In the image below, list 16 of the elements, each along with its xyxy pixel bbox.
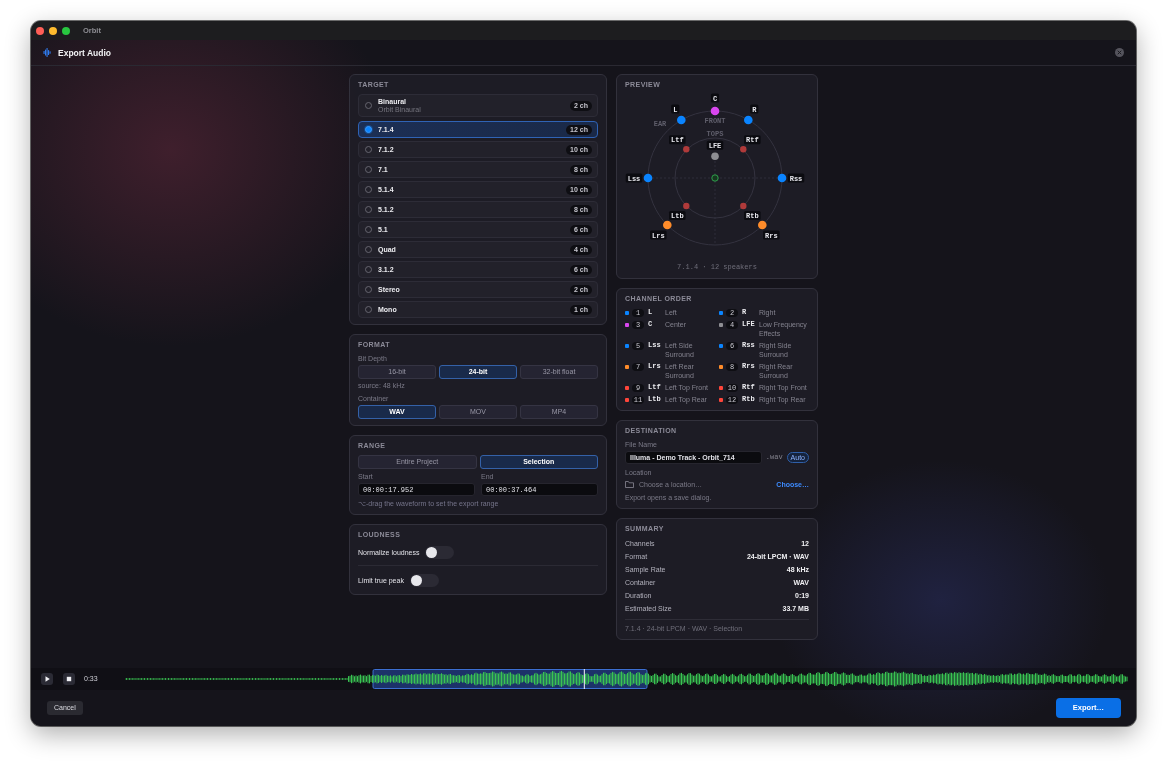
window-close-button[interactable]: [36, 26, 44, 35]
waveform[interactable]: [125, 670, 1128, 688]
window-zoom-button[interactable]: [62, 26, 70, 35]
window-minimize-button[interactable]: [49, 26, 57, 35]
dialog-title: Export Audio: [58, 47, 112, 58]
selection-region[interactable]: [372, 669, 648, 689]
close-icon: [1115, 48, 1124, 57]
folder-icon: [625, 481, 634, 488]
stop-button[interactable]: [63, 673, 75, 685]
play-button[interactable]: [41, 673, 53, 685]
toggle-switch[interactable]: [409, 573, 439, 587]
radio-button[interactable]: [365, 126, 372, 133]
toggle-switch[interactable]: [425, 545, 455, 559]
close-button[interactable]: [1115, 48, 1124, 57]
waveform-icon: [43, 48, 51, 57]
listener-icon: [711, 174, 719, 182]
